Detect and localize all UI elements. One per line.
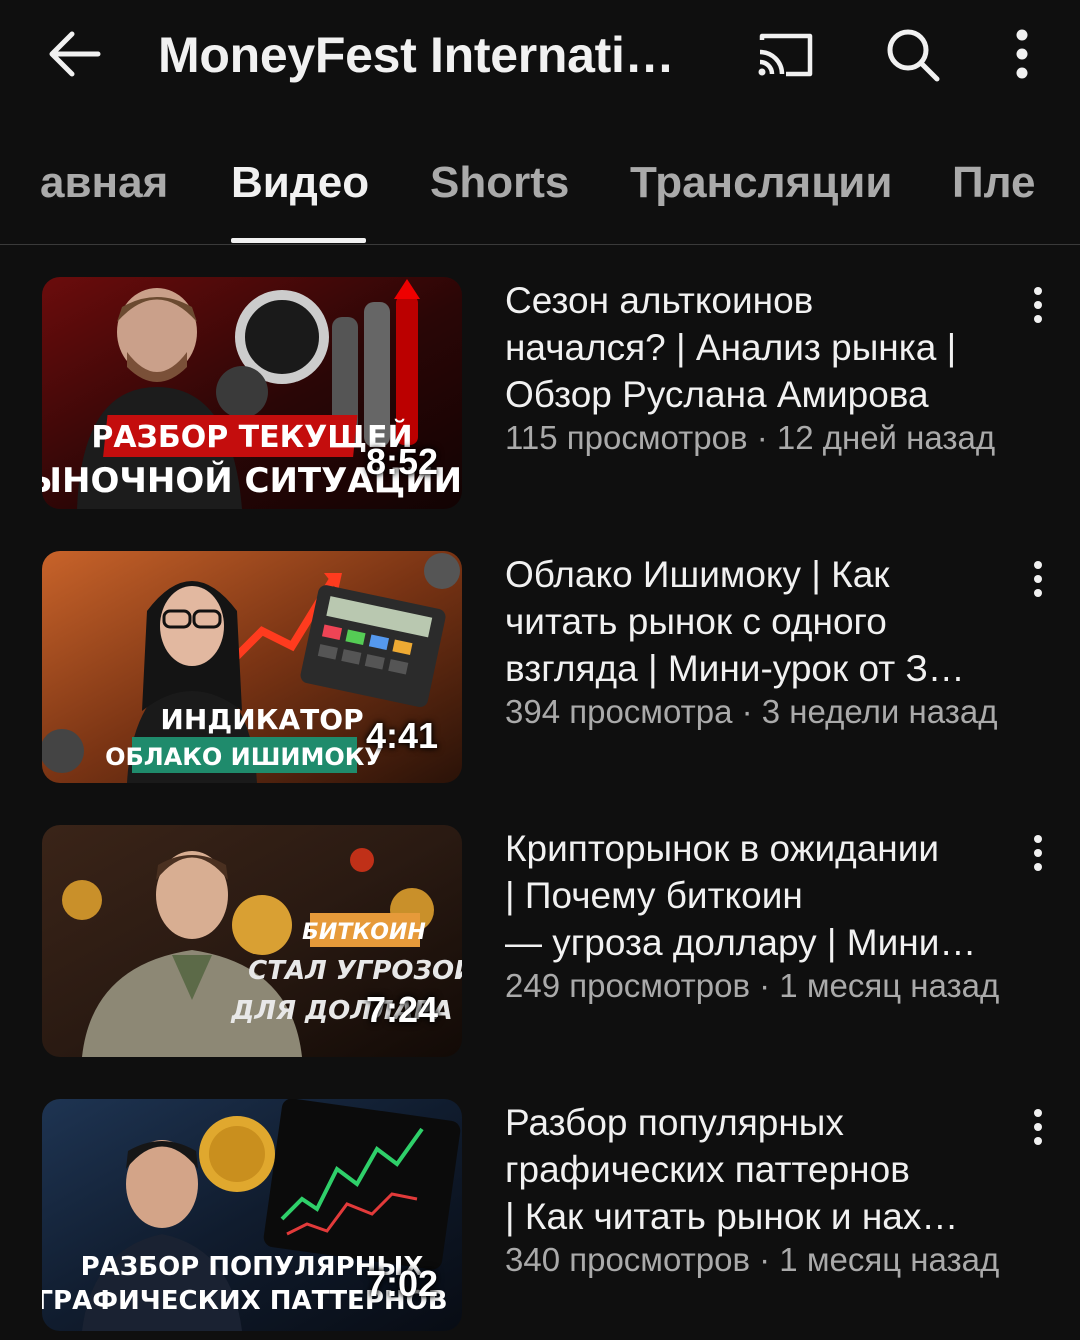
video-more-icon[interactable] [1026, 833, 1050, 873]
video-item[interactable]: РАЗБОР ТЕКУЩЕЙ РЫНОЧНОЙ СИТУАЦИИ 8:52 Се… [0, 277, 1080, 511]
video-more-icon[interactable] [1026, 559, 1050, 599]
video-metadata: 115 просмотров · 12 дней назад [505, 419, 996, 456]
channel-tabs: авная Видео Shorts Трансляции Пле [0, 128, 1080, 245]
video-thumbnail[interactable]: ИНДИКАТОР ОБЛАКО ИШИМОКУ 4:41 [42, 551, 462, 783]
tab-home[interactable]: авная [40, 158, 168, 208]
tab-shorts[interactable]: Shorts [430, 158, 569, 208]
video-item[interactable]: БИТКОИН СТАЛ УГРОЗОЙ ДЛЯ ДОЛЛАРА 7:24 Кр… [0, 825, 1080, 1059]
video-metadata: 249 просмотров · 1 месяц назад [505, 967, 1000, 1004]
search-icon[interactable] [884, 26, 942, 84]
video-duration-badge: 7:24 [365, 989, 438, 1030]
video-metadata: 340 просмотров · 1 месяц назад [505, 1241, 1000, 1278]
video-more-icon[interactable] [1026, 285, 1050, 325]
video-metadata: 394 просмотра · 3 недели назад [505, 693, 998, 730]
video-title[interactable]: Облако Ишимоку | Как читать рынок с одно… [505, 551, 1005, 692]
cast-icon[interactable] [756, 30, 816, 80]
video-more-icon[interactable] [1026, 1107, 1050, 1147]
video-title[interactable]: Сезон альткоинов начался? | Анализ рынка… [505, 277, 1005, 418]
top-app-bar: MoneyFest Internatio… [0, 0, 1080, 112]
video-duration-badge: 8:52 [365, 441, 438, 482]
tab-playlists[interactable]: Пле [952, 158, 1035, 208]
video-title[interactable]: Крипторынок в ожидании | Почему биткоин … [505, 825, 1005, 966]
video-thumbnail[interactable]: РАЗБОР ТЕКУЩЕЙ РЫНОЧНОЙ СИТУАЦИИ 8:52 [42, 277, 462, 509]
video-duration-badge: 4:41 [365, 715, 438, 756]
video-duration-badge: 7:02 [365, 1263, 438, 1304]
back-arrow-icon[interactable] [44, 28, 104, 80]
channel-title: MoneyFest Internatio… [158, 27, 703, 83]
active-tab-indicator [231, 238, 366, 243]
video-thumbnail[interactable]: БИТКОИН СТАЛ УГРОЗОЙ ДЛЯ ДОЛЛАРА 7:24 [42, 825, 462, 1057]
video-item[interactable]: ИНДИКАТОР ОБЛАКО ИШИМОКУ 4:41 Облако Иши… [0, 551, 1080, 785]
video-thumbnail[interactable]: РАЗБОР ПОПУЛЯРНЫХ ГРАФИЧЕСКИХ ПАТТЕРНОВ … [42, 1099, 462, 1331]
tab-live[interactable]: Трансляции [630, 158, 892, 208]
more-vert-icon[interactable] [1006, 26, 1038, 82]
video-item[interactable]: РАЗБОР ПОПУЛЯРНЫХ ГРАФИЧЕСКИХ ПАТТЕРНОВ … [0, 1099, 1080, 1333]
tab-videos[interactable]: Видео [231, 158, 369, 208]
video-title[interactable]: Разбор популярных графических паттернов … [505, 1099, 1005, 1240]
